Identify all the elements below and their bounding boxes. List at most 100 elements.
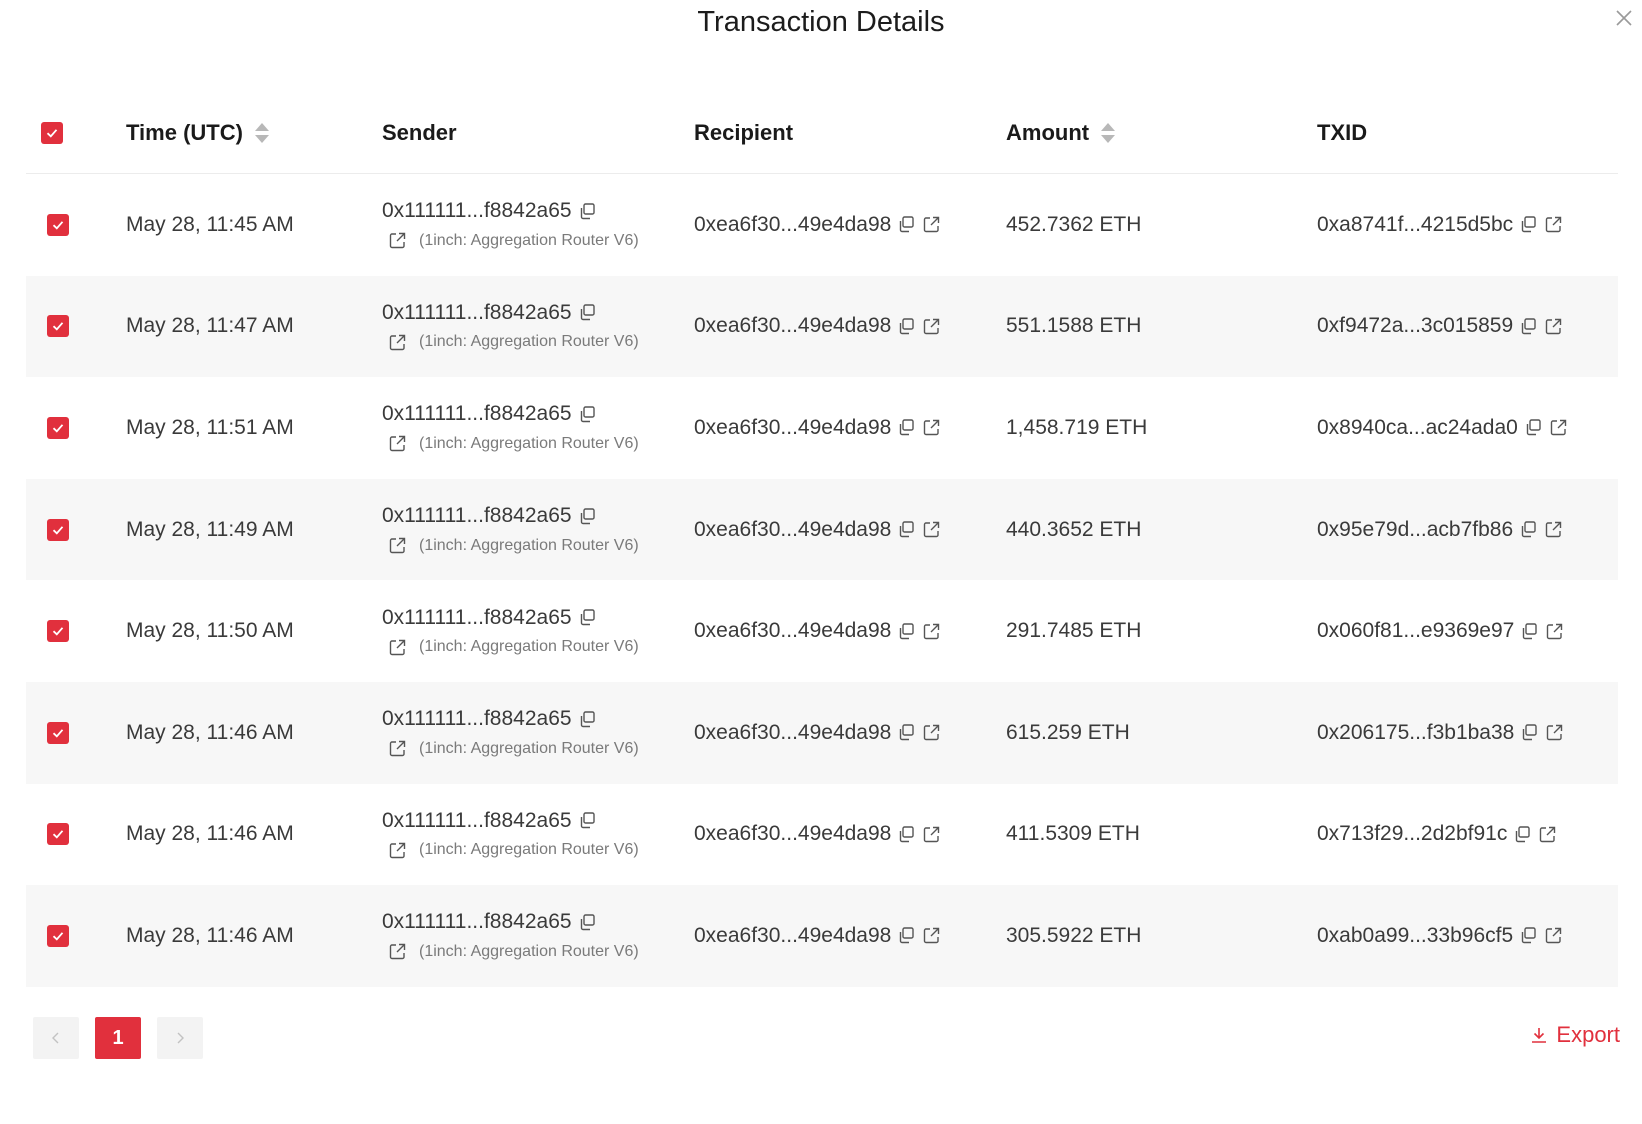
prev-page-button[interactable] <box>33 1017 79 1059</box>
recipient-cell: 0xea6f30...49e4da98 <box>694 416 1006 440</box>
copy-icon[interactable] <box>897 215 916 234</box>
amount-value: 411.5309 ETH <box>1006 822 1140 846</box>
column-header-txid: TXID <box>1317 119 1368 145</box>
copy-icon[interactable] <box>1519 317 1538 336</box>
row-checkbox-cell <box>26 924 126 947</box>
copy-icon[interactable] <box>578 913 597 932</box>
external-link-icon[interactable] <box>388 942 407 961</box>
external-link-icon[interactable] <box>922 622 941 641</box>
copy-icon[interactable] <box>578 507 597 526</box>
recipient-cell: 0xea6f30...49e4da98 <box>694 518 1006 542</box>
recipient-cell: 0xea6f30...49e4da98 <box>694 619 1006 643</box>
row-checkbox[interactable] <box>47 518 69 541</box>
copy-icon[interactable] <box>1519 520 1538 539</box>
recipient-address: 0xea6f30...49e4da98 <box>694 517 892 541</box>
next-page-button[interactable] <box>157 1017 203 1059</box>
external-link-icon[interactable] <box>1544 926 1563 945</box>
external-link-icon[interactable] <box>388 841 407 860</box>
copy-icon[interactable] <box>1513 825 1532 844</box>
row-checkbox[interactable] <box>47 823 69 846</box>
copy-icon[interactable] <box>578 710 597 729</box>
row-checkbox[interactable] <box>47 721 69 744</box>
row-checkbox-cell <box>26 416 126 439</box>
external-link-icon[interactable] <box>922 215 941 234</box>
external-link-icon[interactable] <box>922 520 941 539</box>
pagination: 1 <box>33 1017 219 1059</box>
amount-value: 305.5922 ETH <box>1006 923 1142 947</box>
close-icon[interactable] <box>1614 8 1634 28</box>
copy-icon[interactable] <box>897 926 916 945</box>
sender-tag: (1inch: Aggregation Router V6) <box>419 333 639 351</box>
sender-tag: (1inch: Aggregation Router V6) <box>419 231 639 249</box>
recipient-address: 0xea6f30...49e4da98 <box>694 822 892 846</box>
external-link-icon[interactable] <box>922 418 941 437</box>
external-link-icon[interactable] <box>388 638 407 657</box>
page-button-current[interactable]: 1 <box>95 1017 141 1059</box>
row-checkbox[interactable] <box>47 315 69 338</box>
sender-address: 0x111111...f8842a65 <box>382 605 572 629</box>
table-body: May 28, 11:45 AM 0x111111...f8842a65 (1inc… <box>26 174 1618 987</box>
txid-value: 0xa8741f...4215d5bc <box>1317 212 1514 236</box>
copy-icon[interactable] <box>1524 418 1543 437</box>
external-link-icon[interactable] <box>922 825 941 844</box>
copy-icon[interactable] <box>897 418 916 437</box>
amount-cell: 291.7485 ETH <box>1006 619 1317 643</box>
row-checkbox[interactable] <box>47 213 69 236</box>
column-header-time[interactable]: Time (UTC) <box>126 120 382 146</box>
sort-icon[interactable] <box>1101 122 1116 144</box>
sender-cell: 0x111111...f8842a65 (1inch: Aggregation R… <box>382 402 694 453</box>
recipient-cell: 0xea6f30...49e4da98 <box>694 314 1006 338</box>
external-link-icon[interactable] <box>922 926 941 945</box>
sort-icon[interactable] <box>254 122 269 144</box>
external-link-icon[interactable] <box>388 231 407 250</box>
copy-icon[interactable] <box>897 622 916 641</box>
external-link-icon[interactable] <box>1544 215 1563 234</box>
copy-icon[interactable] <box>897 825 916 844</box>
copy-icon[interactable] <box>897 723 916 742</box>
copy-icon[interactable] <box>897 520 916 539</box>
copy-icon[interactable] <box>1519 215 1538 234</box>
time-cell: May 28, 11:46 AM <box>126 923 294 947</box>
external-link-icon[interactable] <box>1544 317 1563 336</box>
external-link-icon[interactable] <box>1544 520 1563 539</box>
sender-cell: 0x111111...f8842a65 (1inch: Aggregation R… <box>382 707 694 758</box>
copy-icon[interactable] <box>578 608 597 627</box>
external-link-icon[interactable] <box>922 317 941 336</box>
table-row: May 28, 11:46 AM 0x111111...f8842a65 (1inc… <box>26 681 1618 784</box>
external-link-icon[interactable] <box>1549 418 1568 437</box>
row-checkbox[interactable] <box>47 924 69 947</box>
external-link-icon[interactable] <box>1538 825 1557 844</box>
txid-value: 0x8940ca...ac24ada0 <box>1317 415 1518 439</box>
external-link-icon[interactable] <box>388 536 407 555</box>
recipient-address: 0xea6f30...49e4da98 <box>694 619 892 643</box>
external-link-icon[interactable] <box>388 434 407 453</box>
recipient-cell: 0xea6f30...49e4da98 <box>694 924 1006 948</box>
copy-icon[interactable] <box>1520 622 1539 641</box>
txid-cell: 0x95e79d...acb7fb86 <box>1317 518 1617 542</box>
time-cell: May 28, 11:50 AM <box>126 619 294 643</box>
copy-icon[interactable] <box>578 811 597 830</box>
select-all-checkbox[interactable] <box>41 121 63 144</box>
export-button[interactable]: Export <box>1530 1022 1620 1048</box>
copy-icon[interactable] <box>578 405 597 424</box>
copy-icon[interactable] <box>897 317 916 336</box>
external-link-icon[interactable] <box>922 723 941 742</box>
recipient-address: 0xea6f30...49e4da98 <box>694 212 892 236</box>
row-checkbox[interactable] <box>47 620 69 643</box>
external-link-icon[interactable] <box>388 739 407 758</box>
table-row: May 28, 11:51 AM 0x111111...f8842a65 (1inc… <box>26 377 1618 479</box>
copy-icon[interactable] <box>1519 926 1538 945</box>
column-header-amount[interactable]: Amount <box>1006 120 1317 146</box>
txid-cell: 0x8940ca...ac24ada0 <box>1317 416 1617 440</box>
external-link-icon[interactable] <box>1545 622 1564 641</box>
sender-tag: (1inch: Aggregation Router V6) <box>419 434 639 452</box>
amount-cell: 305.5922 ETH <box>1006 924 1317 948</box>
row-checkbox[interactable] <box>47 416 69 439</box>
copy-icon[interactable] <box>1520 723 1539 742</box>
external-link-icon[interactable] <box>1545 723 1564 742</box>
copy-icon[interactable] <box>578 303 597 322</box>
amount-cell: 452.7362 ETH <box>1006 213 1317 237</box>
external-link-icon[interactable] <box>388 333 407 352</box>
recipient-address: 0xea6f30...49e4da98 <box>694 415 892 439</box>
copy-icon[interactable] <box>578 202 597 221</box>
